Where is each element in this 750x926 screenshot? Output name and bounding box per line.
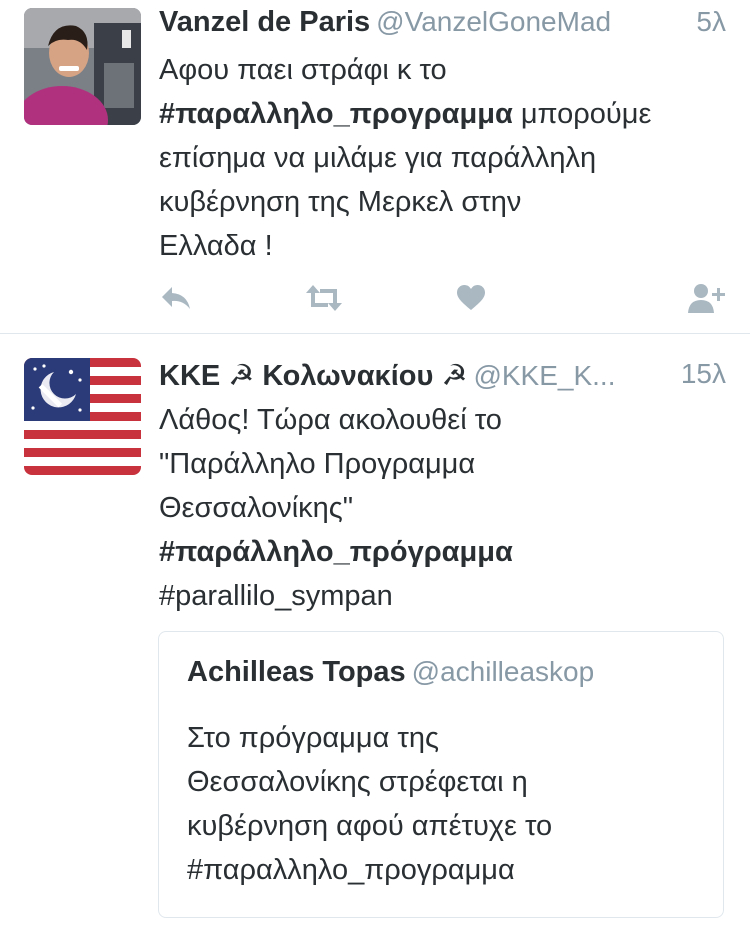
text-segment: επίσημα να μιλάμε για παράλληλη — [159, 142, 597, 174]
quoted-author-name: Achilleas Topas — [187, 656, 406, 688]
text-segment: Αφου παει στράφι κ το — [159, 54, 447, 86]
author-handle[interactable]: @KKE_K... — [473, 360, 615, 391]
tweet-header: Vanzel de Paris @VanzelGoneMad 5λ — [159, 6, 726, 46]
text-line: #παράλληλο_πρόγραμμα — [159, 530, 729, 574]
text-segment: "Παράλληλο Προγραμμα — [159, 448, 476, 480]
text-segment: Ελλαδα ! — [159, 230, 273, 262]
tweet-text: Αφου παει στράφι κ το #παραλληλο_προγραμμ… — [159, 48, 729, 268]
like-button[interactable] — [456, 280, 486, 316]
hashtag-link[interactable]: #παράλληλο_πρόγραμμα — [159, 536, 513, 568]
timestamp[interactable]: 5λ — [696, 6, 726, 38]
text-segment: μπορούμε — [512, 98, 652, 130]
reply-icon — [162, 287, 190, 309]
quoted-tweet[interactable]: Achilleas Topas @achilleaskop Στο πρόγραμ… — [158, 631, 724, 918]
text-line: Θεσσαλονίκης" — [159, 486, 729, 530]
text-line: Στο πρόγραμμα της — [187, 722, 439, 754]
text-line: επίσημα να μιλάμε για παράλληλη — [159, 136, 729, 180]
quoted-header: Achilleas Topas @achilleaskop — [187, 656, 594, 689]
follow-icon — [688, 284, 725, 313]
text-segment: κυβέρνηση της Μερκελ στην — [159, 186, 522, 218]
text-segment: Θεσσαλονίκης" — [159, 492, 354, 524]
avatar-kke-flag[interactable] — [24, 358, 141, 475]
quoted-author-handle: @achilleaskop — [411, 656, 595, 687]
tweet-1[interactable]: Vanzel de Paris @VanzelGoneMad 5λ Αφου πα… — [0, 0, 750, 333]
text-line: #παραλληλο_προγραμμα μπορούμε — [159, 92, 729, 136]
tweet-header: ΚΚΕ ☭ Κολωνακίου ☭ @KKE_K... 15λ — [159, 358, 726, 398]
retweet-icon — [306, 285, 342, 311]
text-line: Αφου παει στράφι κ το — [159, 48, 729, 92]
follow-button[interactable] — [687, 280, 725, 316]
tweet-text: Λάθος! Τώρα ακολουθεί το "Παράλληλο Προγρ… — [159, 398, 729, 618]
quoted-text: Στο πρόγραμμα της Θεσσαλονίκης στρέφεται … — [187, 716, 707, 892]
author-name[interactable]: Vanzel de Paris — [159, 6, 370, 38]
heart-icon — [457, 285, 485, 310]
hashtag-link[interactable]: #παραλληλο_προγραμμα — [159, 98, 513, 130]
retweet-button[interactable] — [304, 280, 344, 316]
hashtag-link[interactable]: #parallilo_sympan — [159, 580, 393, 612]
hashtag-link[interactable]: #παραλληλο_προγραμμα — [187, 848, 707, 892]
text-line: Ελλαδα ! — [159, 224, 729, 268]
avatar-vanzel[interactable] — [24, 8, 141, 125]
author-handle[interactable]: @VanzelGoneMad — [376, 6, 611, 37]
tweet-actions — [159, 280, 726, 316]
text-line: κυβέρνηση αφού απέτυχε το — [187, 810, 553, 842]
reply-button[interactable] — [159, 280, 193, 316]
text-line: "Παράλληλο Προγραμμα — [159, 442, 729, 486]
text-line: Λάθος! Τώρα ακολουθεί το — [159, 398, 729, 442]
text-line: κυβέρνηση της Μερκελ στην — [159, 180, 729, 224]
text-segment: Λάθος! Τώρα ακολουθεί το — [159, 404, 502, 436]
author-name[interactable]: ΚΚΕ ☭ Κολωνακίου ☭ — [159, 360, 467, 392]
text-line: #parallilo_sympan — [159, 574, 729, 618]
timestamp[interactable]: 15λ — [681, 358, 726, 390]
text-line: Θεσσαλονίκης στρέφεται η — [187, 766, 528, 798]
